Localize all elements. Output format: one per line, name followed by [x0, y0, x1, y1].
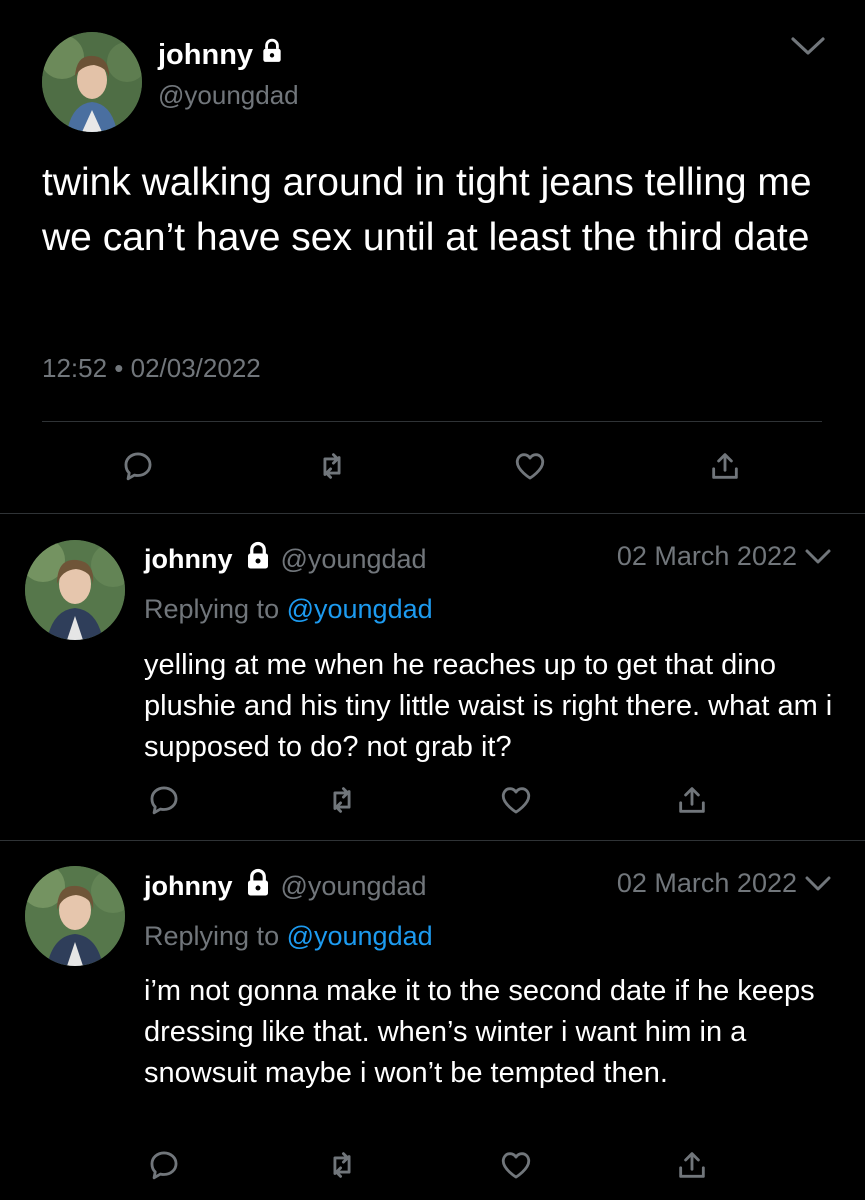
- retweet-icon[interactable]: [322, 1145, 362, 1185]
- chevron-down-icon[interactable]: [790, 36, 826, 63]
- share-icon[interactable]: [672, 1145, 712, 1185]
- tweet-text: i’m not gonna make it to the second date…: [144, 975, 815, 1089]
- lock-icon: [259, 38, 285, 72]
- lock-icon: [243, 868, 273, 905]
- like-icon[interactable]: [496, 1145, 536, 1185]
- lock-icon: [243, 541, 273, 578]
- avatar[interactable]: [25, 866, 125, 966]
- chevron-down-icon[interactable]: [804, 548, 832, 571]
- handle[interactable]: @youngdad: [281, 544, 427, 575]
- like-icon[interactable]: [496, 780, 536, 820]
- tweet-date[interactable]: 02 March 2022: [617, 541, 797, 572]
- replying-to-label: Replying to: [144, 921, 287, 951]
- like-icon[interactable]: [510, 446, 550, 486]
- divider: [0, 513, 865, 514]
- handle[interactable]: @youngdad: [158, 80, 299, 111]
- reply-icon[interactable]: [144, 1145, 184, 1185]
- divider: [0, 840, 865, 841]
- mention-link[interactable]: @youngdad: [287, 594, 433, 624]
- avatar[interactable]: [42, 32, 142, 132]
- reply-icon[interactable]: [144, 780, 184, 820]
- mention-link[interactable]: @youngdad: [287, 921, 433, 951]
- tweet-date[interactable]: 02 March 2022: [617, 868, 797, 899]
- retweet-icon[interactable]: [312, 446, 352, 486]
- replying-to-line: Replying to @youngdad: [144, 594, 433, 625]
- replying-to-line: Replying to @youngdad: [144, 921, 433, 952]
- chevron-down-icon[interactable]: [804, 875, 832, 898]
- replying-to-label: Replying to: [144, 594, 287, 624]
- retweet-icon[interactable]: [322, 780, 362, 820]
- share-icon[interactable]: [672, 780, 712, 820]
- display-name[interactable]: johnny: [144, 544, 233, 575]
- timestamp[interactable]: 12:52 • 02/03/2022: [42, 353, 261, 384]
- share-icon[interactable]: [705, 446, 745, 486]
- tweet-text: twink walking around in tight jeans tell…: [42, 161, 812, 259]
- display-name[interactable]: johnny: [144, 871, 233, 902]
- tweet-text: yelling at me when he reaches up to get …: [144, 649, 833, 763]
- handle[interactable]: @youngdad: [281, 871, 427, 902]
- avatar[interactable]: [25, 540, 125, 640]
- divider: [42, 421, 822, 422]
- reply-icon[interactable]: [118, 446, 158, 486]
- display-name[interactable]: johnny: [158, 39, 253, 72]
